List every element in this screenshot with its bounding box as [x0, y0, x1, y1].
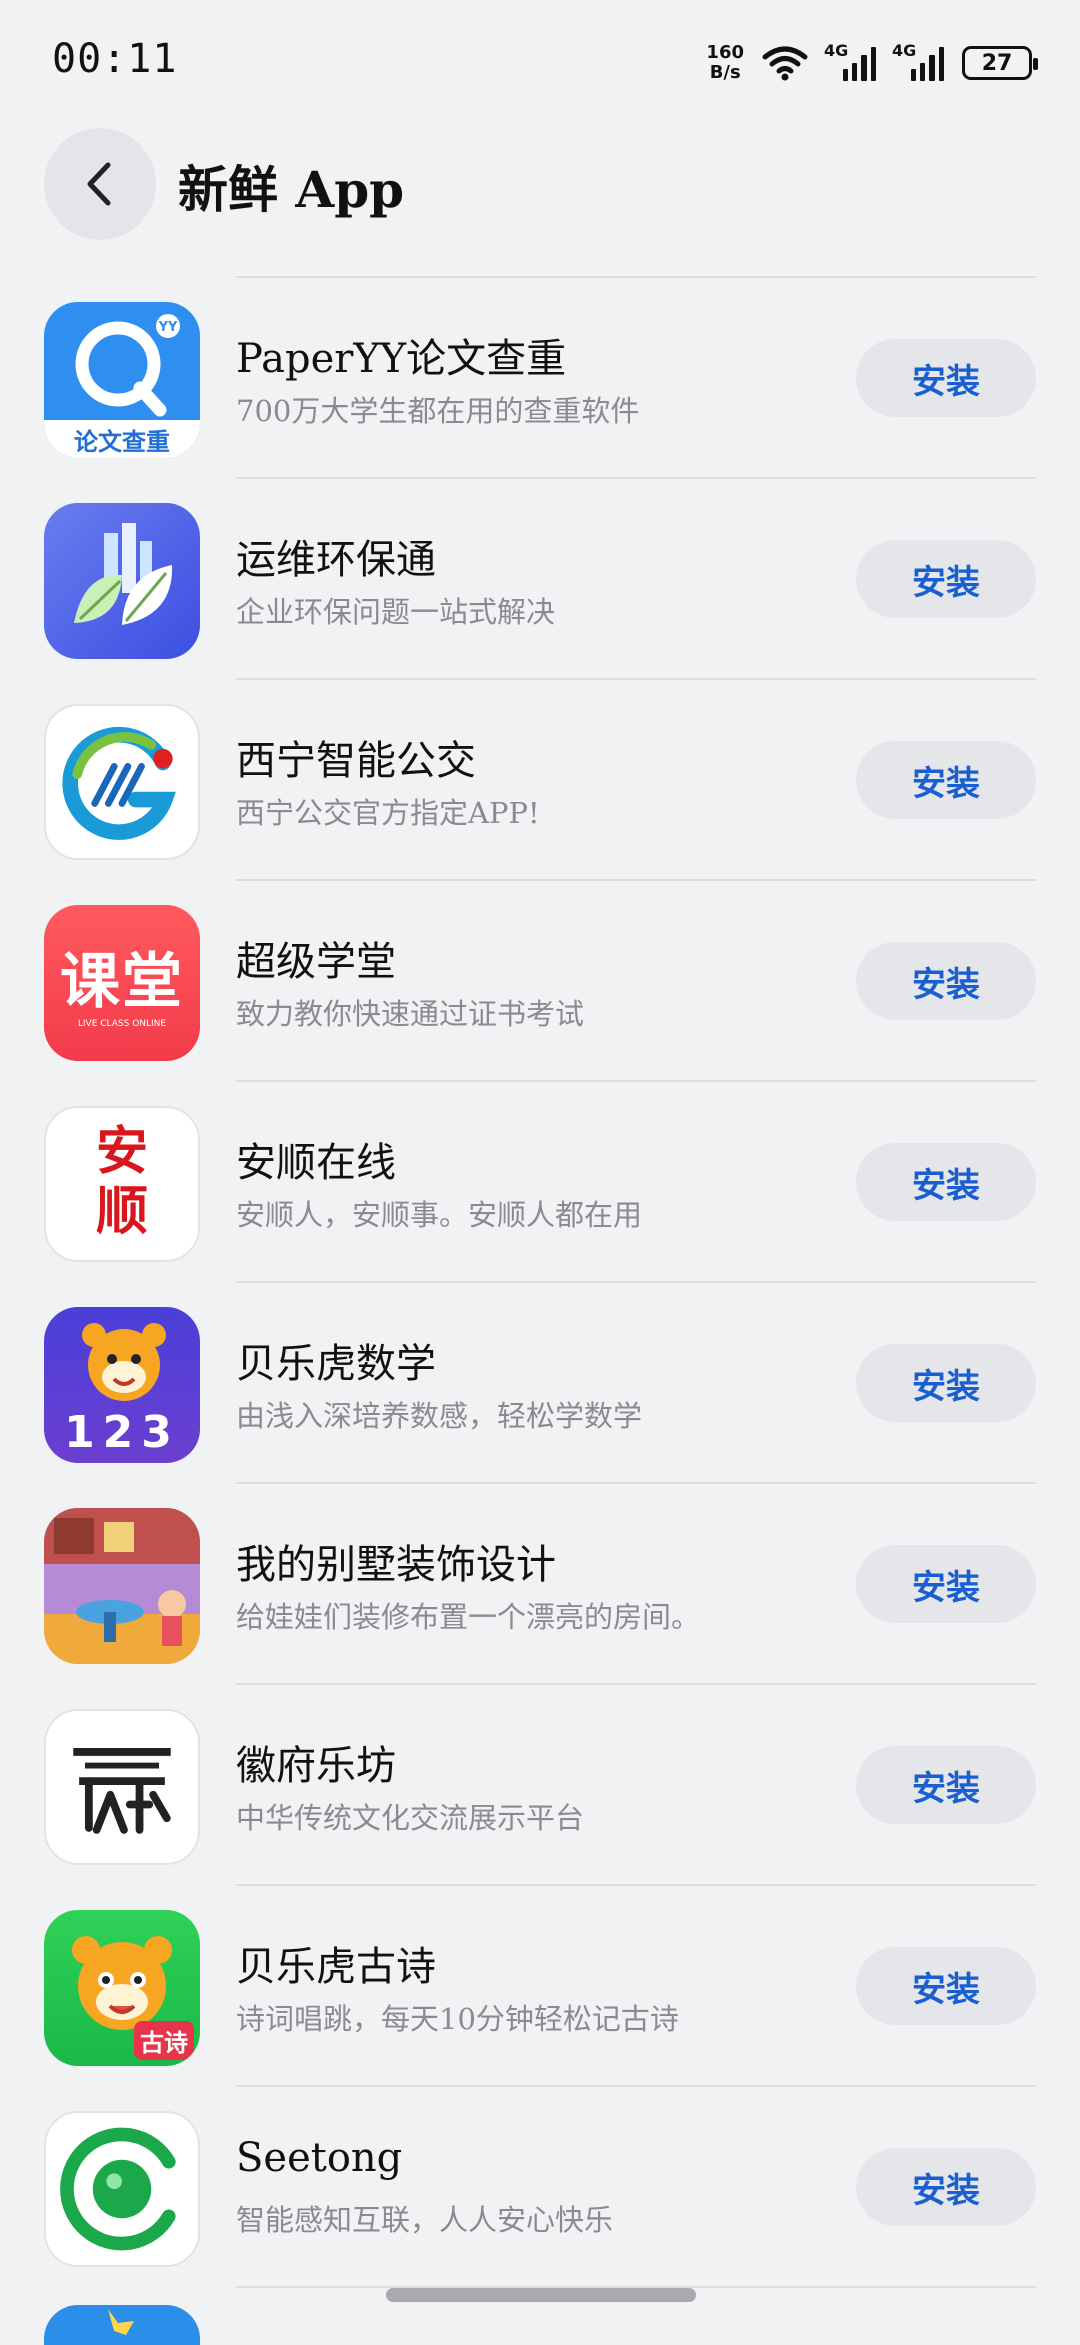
- install-button[interactable]: 安装: [856, 1746, 1036, 1824]
- anshun-icon-label: 安顺: [95, 1121, 148, 1242]
- cellular-signal-2-icon: 4G: [892, 41, 945, 81]
- signal-2-label: 4G: [892, 41, 917, 60]
- wifi-icon: [762, 46, 808, 81]
- anshun-icon: 安顺: [44, 1106, 200, 1262]
- status-bar: 00:11 160 B/s 4G 4G 27: [0, 0, 1080, 120]
- app-name: Seetong: [236, 2135, 403, 2181]
- svg-text:YY: YY: [158, 320, 178, 335]
- ketang-icon-sublabel: LIVE CLASS ONLINE: [77, 1019, 167, 1029]
- app-name: 超级学堂: [236, 939, 396, 985]
- app-description: 致力教你快速通过证书考试: [236, 997, 585, 1031]
- app-description: 西宁公交官方指定APP!: [236, 796, 540, 830]
- install-button[interactable]: 安装: [856, 741, 1036, 819]
- leaf-city-icon: [44, 503, 200, 659]
- ketang-icon-label: 课堂: [60, 947, 184, 1017]
- tiger-math-icon: 123: [44, 1307, 200, 1463]
- network-speed: 160 B/s: [706, 43, 744, 83]
- app-name: 运维环保通: [236, 537, 436, 583]
- battery-level: 27: [981, 50, 1013, 76]
- app-description: 由浅入深培养数感，轻松学数学: [236, 1399, 643, 1433]
- app-description: 诗词唱跳，每天10分钟轻松记古诗: [236, 2002, 679, 2036]
- app-description: 安顺人，安顺事。安顺人都在用: [236, 1198, 643, 1232]
- network-speed-value: 160: [706, 42, 744, 63]
- page-title: 新鲜 App: [178, 160, 405, 219]
- list-item[interactable]: 运维环保通 企业环保问题一站式解决 安装: [0, 479, 1080, 678]
- app-name: 西宁智能公交: [236, 738, 476, 784]
- list-item[interactable]: YY 论文查重 PaperYY论文查重 700万大学生都在用的查重软件 安装: [0, 278, 1080, 477]
- tiger-math-icon-label: 123: [64, 1407, 180, 1458]
- network-speed-unit: B/s: [709, 62, 741, 83]
- app-description: 700万大学生都在用的查重软件: [236, 394, 640, 428]
- app-name: 安顺在线: [236, 1140, 396, 1186]
- list-item[interactable]: 古诗 贝乐虎古诗 诗词唱跳，每天10分钟轻松记古诗 安装: [0, 1886, 1080, 2085]
- paperyy-icon-label: 论文查重: [74, 428, 170, 456]
- install-button[interactable]: 安装: [856, 1143, 1036, 1221]
- install-button[interactable]: 安装: [856, 942, 1036, 1020]
- list-item[interactable]: 西宁智能公交 西宁公交官方指定APP! 安装: [0, 680, 1080, 879]
- villa-room-icon: [44, 1508, 200, 1664]
- app-name: 徽府乐坊: [236, 1743, 396, 1789]
- cellular-signal-1-icon: 4G: [824, 41, 877, 81]
- list-item[interactable]: 安顺 安顺在线 安顺人，安顺事。安顺人都在用 安装: [0, 1082, 1080, 1281]
- list-item[interactable]: Seetong 智能感知互联，人人安心快乐 安装: [0, 2087, 1080, 2286]
- home-indicator[interactable]: [386, 2288, 696, 2302]
- paperyy-icon: YY 论文查重: [44, 302, 200, 458]
- app-name: PaperYY论文查重: [236, 336, 567, 382]
- install-button[interactable]: 安装: [856, 2148, 1036, 2226]
- app-name: 贝乐虎数学: [236, 1341, 436, 1387]
- tiger-poem-icon: 古诗: [44, 1910, 200, 2066]
- install-button[interactable]: 安装: [856, 1344, 1036, 1422]
- list-item[interactable]: 我的别墅装饰设计 给娃娃们装修布置一个漂亮的房间。 安装: [0, 1484, 1080, 1683]
- chevron-left-icon: [87, 162, 111, 206]
- app-description: 中华传统文化交流展示平台: [236, 1801, 585, 1835]
- status-icons: 160 B/s 4G 4G 27: [706, 38, 1038, 88]
- next-app-icon: [44, 2305, 200, 2345]
- battery-icon: 27: [962, 46, 1038, 80]
- install-button[interactable]: 安装: [856, 1947, 1036, 2025]
- huifu-icon: [44, 1709, 200, 1865]
- tiger-poem-icon-label: 古诗: [134, 2021, 194, 2060]
- app-name: 贝乐虎古诗: [236, 1944, 436, 1990]
- list-item[interactable]: 123 贝乐虎数学 由浅入深培养数感，轻松学数学 安装: [0, 1283, 1080, 1482]
- app-description: 企业环保问题一站式解决: [236, 595, 556, 629]
- install-button[interactable]: 安装: [856, 540, 1036, 618]
- install-button[interactable]: 安装: [856, 339, 1036, 417]
- ketang-icon: 课堂 LIVE CLASS ONLINE: [44, 905, 200, 1061]
- install-button[interactable]: 安装: [856, 1545, 1036, 1623]
- app-name: 我的别墅装饰设计: [236, 1542, 556, 1588]
- seetong-icon: [44, 2111, 200, 2267]
- back-button[interactable]: [44, 128, 156, 240]
- app-list: YY 论文查重 PaperYY论文查重 700万大学生都在用的查重软件 安装 运…: [0, 276, 1080, 2288]
- status-time: 00:11: [52, 36, 178, 82]
- xining-bus-icon: [44, 704, 200, 860]
- page-header: 新鲜 App: [0, 128, 1080, 240]
- app-description: 给娃娃们装修布置一个漂亮的房间。: [236, 1600, 701, 1634]
- signal-1-label: 4G: [824, 41, 849, 60]
- list-item[interactable]: 课堂 LIVE CLASS ONLINE 超级学堂 致力教你快速通过证书考试 安…: [0, 881, 1080, 1080]
- list-item[interactable]: 徽府乐坊 中华传统文化交流展示平台 安装: [0, 1685, 1080, 1884]
- app-description: 智能感知互联，人人安心快乐: [236, 2203, 614, 2237]
